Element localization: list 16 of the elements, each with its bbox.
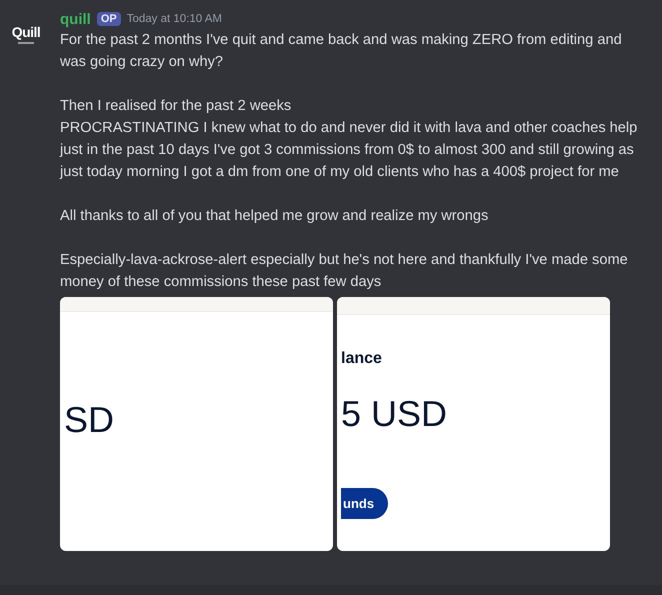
image-attachment[interactable]: lance 5 USD unds: [337, 297, 610, 551]
balance-heading: lance: [341, 350, 382, 368]
username[interactable]: quill: [60, 10, 91, 28]
op-badge: OP: [96, 12, 121, 26]
avatar[interactable]: Quill: [6, 14, 46, 54]
amount-text: SD: [64, 399, 114, 441]
image-attachment[interactable]: SD: [60, 297, 333, 551]
message-text: Especially-lava-ackrose-alert especially but he's not here and thankfully I've made some money of these commissions these past few days: [60, 251, 629, 292]
tagline-mark: [18, 42, 34, 44]
message-text: Then I realised for the past 2 weeks PROCRASTINATING I knew what to do and never did it with lava and other coaches help just in the past 10 days I've got 3 commissions from 0$ to almost 300 and still growing as just today morning I got a dm from one of my old clients who has a 400$ project for me: [60, 97, 638, 182]
message-text: For the past 2 months I've quit and came back and was making ZERO from editing and was going crazy on why?: [60, 31, 623, 72]
timestamp: Today at 10:10 AM: [126, 13, 222, 25]
logo-text: Quill: [12, 24, 40, 40]
funds-button: unds: [341, 488, 388, 519]
amount-text: 5 USD: [341, 393, 448, 435]
message-text: All thanks to all of you that helped me grow and realize my wrongs: [60, 207, 490, 226]
